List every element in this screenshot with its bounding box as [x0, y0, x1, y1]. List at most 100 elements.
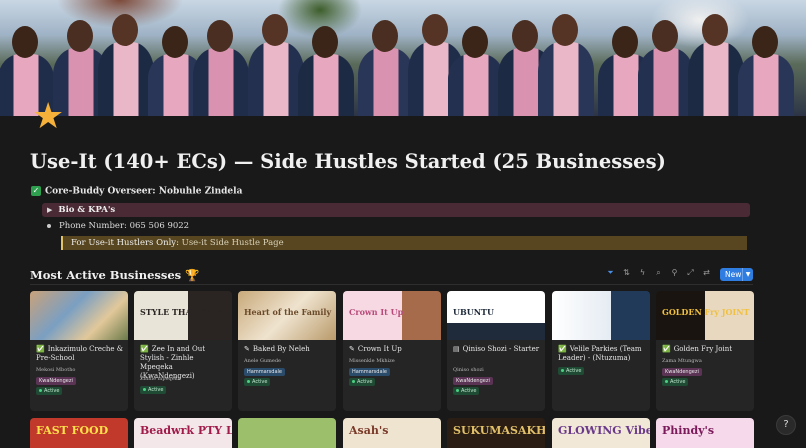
- gallery-card[interactable]: [238, 418, 336, 448]
- cover-person-head: [462, 26, 488, 58]
- triangle-right-icon[interactable]: ▶: [47, 203, 52, 217]
- status-label: Active: [148, 387, 164, 393]
- lightning-icon[interactable]: ϟ: [638, 268, 647, 277]
- card-title-text: Zee In and Out Stylish - Zinhle Mpeqeka …: [140, 345, 206, 380]
- zoom-icon[interactable]: ⚲: [670, 268, 679, 277]
- card-cover-image: Beadwrk PTY LTD: [134, 418, 232, 448]
- check-icon: ✓: [31, 186, 41, 196]
- status-dot-icon: [143, 388, 146, 391]
- bio-toggle[interactable]: ▶ Bio & KPA's: [42, 203, 750, 217]
- status-label: Active: [357, 379, 373, 385]
- new-button[interactable]: New ▼: [720, 268, 753, 281]
- gallery-card[interactable]: UBUNTU ▤ Qiniso Shozi - Starter Qiniso shoz…: [447, 291, 545, 411]
- status-badge: Active: [453, 387, 480, 395]
- status-label: Active: [44, 388, 60, 394]
- card-cover-image: Heart of the Family: [238, 291, 336, 340]
- trophy-icon: 🏆: [185, 268, 200, 282]
- cover-person: [734, 0, 798, 116]
- card-area-tag: KwaNdengezi: [36, 377, 76, 385]
- card-cover-image: Crown It Up: [343, 291, 441, 340]
- gallery-card[interactable]: STYLE THAT SPEAKS ✅ Zee In and Out Stylish…: [134, 291, 232, 411]
- status-badge: Active: [140, 386, 167, 394]
- gallery-card[interactable]: Heart of the Family ✎ Baked By Neleh Anele …: [238, 291, 336, 411]
- cover-person-head: [552, 14, 578, 46]
- card-title: ▤ Qiniso Shozi - Starter: [453, 345, 541, 354]
- callout-link[interactable]: Use-it Side Hustle Page: [182, 238, 284, 248]
- status-badge: Active: [662, 378, 689, 386]
- card-cover-image: [30, 291, 128, 340]
- sort-icon[interactable]: ⇅: [622, 268, 631, 277]
- cover-person-body: [738, 54, 794, 116]
- gallery-card[interactable]: FAST FOOD: [30, 418, 128, 448]
- cover-person-head: [207, 20, 233, 52]
- pin-icon: ✎: [349, 345, 355, 353]
- expand-icon[interactable]: ⤢: [686, 268, 695, 277]
- status-label: Active: [461, 388, 477, 394]
- card-area-tag: Hammarsdale: [244, 368, 285, 376]
- card-owner: Missenkle Mkhize: [349, 358, 395, 364]
- status-dot-icon: [352, 380, 355, 383]
- status-dot-icon: [456, 389, 459, 392]
- cover-person-head: [162, 26, 188, 58]
- cover-person-head: [652, 20, 678, 52]
- filter-icon[interactable]: ⏷: [606, 268, 615, 277]
- card-cover-image: UBUNTU: [447, 291, 545, 340]
- section-title-text: Most Active Businesses: [30, 268, 182, 282]
- gallery-card[interactable]: GOLDEN Fry JOINT ✅ Golden Fry Joint Zama Mt…: [656, 291, 754, 411]
- card-area-tag: Hammarsdale: [349, 368, 390, 376]
- card-cover-text: STYLE THAT SPEAKS: [140, 307, 232, 317]
- gallery-card[interactable]: SUKUMASAKHE: [447, 418, 545, 448]
- card-title-text: Qiniso Shozi - Starter: [462, 345, 540, 353]
- card-title: ✎ Baked By Neleh: [244, 345, 332, 354]
- search-icon[interactable]: ⌕: [654, 268, 663, 277]
- gallery-card[interactable]: Phindy's: [656, 418, 754, 448]
- gallery-card[interactable]: GLOWING Vibes: [552, 418, 650, 448]
- cover-image: [0, 0, 806, 116]
- bio-toggle-label: Bio & KPA's: [58, 205, 116, 215]
- status-badge: Active: [349, 378, 376, 386]
- card-cover-image: GOLDEN Fry JOINT: [656, 291, 754, 340]
- status-badge: Active: [558, 367, 585, 375]
- gallery-card[interactable]: ✅ Inkazimulo Creche & Pre-School Mekosi Mb…: [30, 291, 128, 411]
- card-cover-image: Asah's: [343, 418, 441, 448]
- check-icon: ✅: [36, 345, 45, 353]
- settings-icon[interactable]: ⇄: [702, 268, 711, 277]
- gallery-card[interactable]: Asah's: [343, 418, 441, 448]
- phone-label: Phone Number: 065 506 9022: [59, 221, 190, 231]
- card-owner: Anele Gumede: [244, 358, 282, 364]
- cover-person-body: [538, 42, 594, 116]
- status-label: Active: [252, 379, 268, 385]
- card-owner: Mekosi Mbotho: [36, 367, 76, 373]
- cover-person: [534, 0, 598, 116]
- status-dot-icon: [561, 369, 564, 372]
- gallery-card[interactable]: Crown It Up ✎ Crown It Up Missenkle Mkhize H…: [343, 291, 441, 411]
- card-cover-image: Phindy's: [656, 418, 754, 448]
- card-title: ✅ Golden Fry Joint: [662, 345, 750, 354]
- cover-person-head: [702, 14, 728, 46]
- cover-person-head: [752, 26, 778, 58]
- card-title: ✅ Velile Parkies (Team Leader) - (Ntuzuma…: [558, 345, 646, 363]
- pin-icon: ✎: [244, 345, 250, 353]
- card-area-tag: KwaNdengezi: [662, 368, 702, 376]
- cover-person-head: [67, 20, 93, 52]
- cover-person-head: [372, 20, 398, 52]
- chevron-down-icon[interactable]: ▼: [742, 268, 753, 281]
- card-area-tag: KwaNdengezi: [453, 377, 493, 385]
- help-button[interactable]: ?: [776, 415, 796, 435]
- star-icon[interactable]: ★: [32, 99, 64, 135]
- gallery-card[interactable]: Beadwrk PTY LTD: [134, 418, 232, 448]
- callout-prefix: For Use-it Hustlers Only:: [71, 238, 179, 248]
- status-dot-icon: [39, 389, 42, 392]
- card-cover-image: SUKUMASAKHE: [447, 418, 545, 448]
- card-cover-text: Crown It Up: [349, 307, 404, 317]
- bullet-icon: [47, 223, 51, 228]
- phone-line: Phone Number: 065 506 9022: [47, 221, 189, 231]
- gallery-card[interactable]: ✅ Velile Parkies (Team Leader) - (Ntuzuma…: [552, 291, 650, 411]
- cover-person-head: [262, 14, 288, 46]
- card-title-text: Inkazimulo Creche & Pre-School: [36, 345, 124, 362]
- overseer-line: ✓ Core-Buddy Overseer: Nobuhle Zindela: [31, 186, 242, 197]
- status-label: Active: [566, 368, 582, 374]
- card-owner: Zama Mtungwa: [662, 358, 702, 364]
- status-dot-icon: [247, 380, 250, 383]
- callout: For Use-it Hustlers Only: Use-it Side Hu…: [61, 236, 747, 250]
